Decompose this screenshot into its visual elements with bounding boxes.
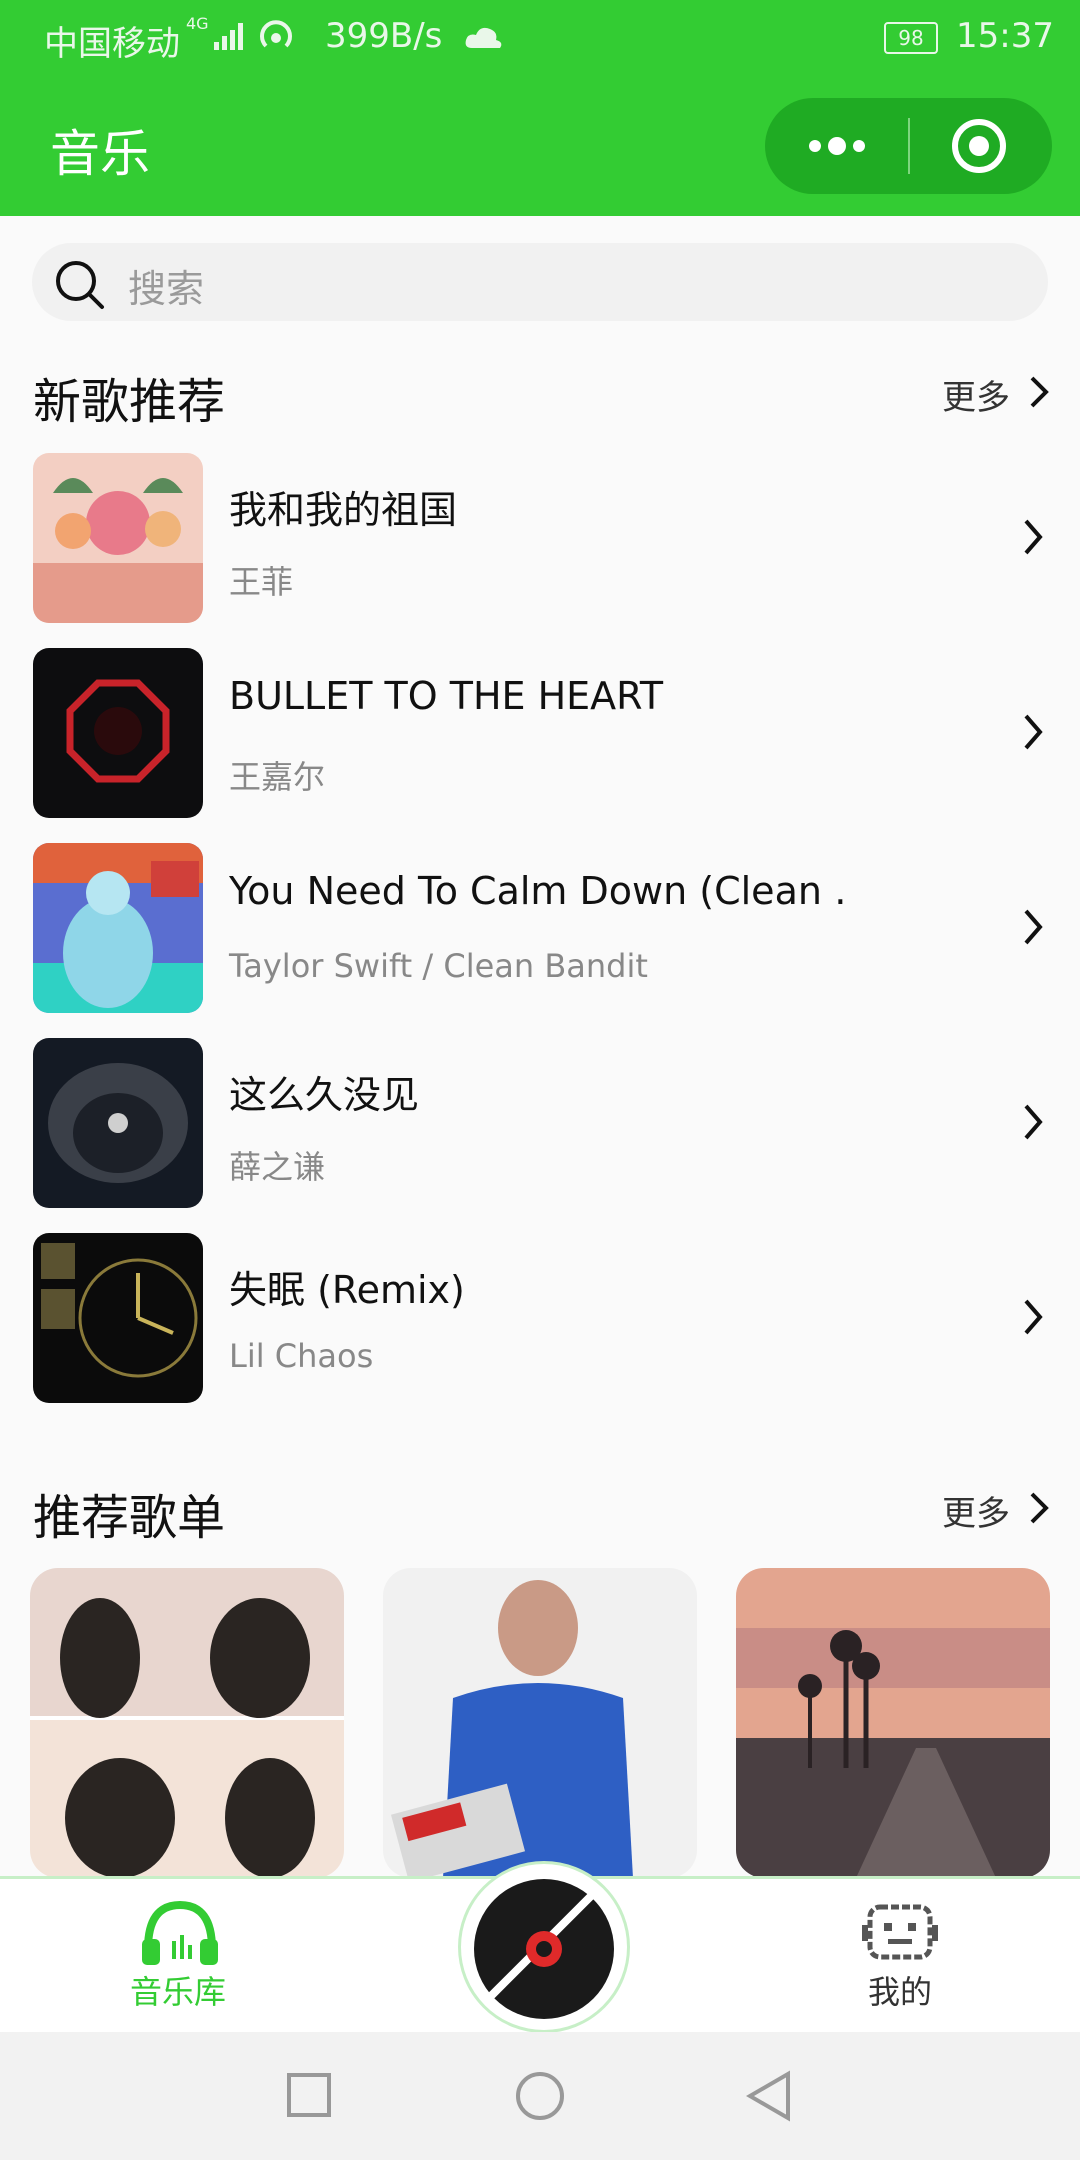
- mini-program-capsule: [765, 98, 1052, 194]
- song-item[interactable]: You Need To Calm Down (Clean … Taylor Sw…: [0, 843, 1080, 1015]
- section-title-playlists: 推荐歌单: [33, 1490, 226, 1546]
- vinyl-disc-icon: [474, 1879, 614, 2019]
- bottom-tab-bar: 音乐库 我的: [0, 1861, 1080, 2035]
- network-speed: 399B/s: [325, 16, 443, 56]
- song-title: 失眠 (Remix): [229, 1268, 465, 1312]
- song-artist: Lil Chaos: [229, 1337, 374, 1375]
- new-songs-more-link[interactable]: 更多: [942, 370, 1010, 419]
- search-input[interactable]: 搜索: [32, 243, 1048, 321]
- page-title: 音乐: [50, 125, 150, 183]
- app-header: 音乐: [0, 74, 1080, 216]
- playlist-card[interactable]: [383, 1568, 697, 1878]
- chevron-right-icon: [1024, 519, 1043, 555]
- robot-face-icon: [862, 1904, 938, 1960]
- chevron-right-icon[interactable]: [1026, 1490, 1050, 1526]
- song-title: 我和我的祖国: [229, 488, 458, 532]
- song-item[interactable]: 失眠 (Remix) Lil Chaos: [0, 1233, 1080, 1405]
- song-artist: 王菲: [229, 563, 294, 601]
- chevron-right-icon: [1024, 1299, 1043, 1335]
- album-cover: [33, 1233, 203, 1403]
- album-cover: [33, 453, 203, 623]
- section-title-new-songs: 新歌推荐: [33, 374, 226, 430]
- status-bar: 中国移动 4G 399B/s 98 15:37: [0, 0, 1080, 74]
- system-nav-bar: [0, 2032, 1080, 2160]
- headphones-icon: [142, 1900, 218, 1965]
- search-icon: [56, 261, 104, 309]
- capsule-divider: [908, 118, 910, 174]
- album-cover: [33, 648, 203, 818]
- chevron-right-icon[interactable]: [1026, 374, 1050, 410]
- clock: 15:37: [956, 16, 1054, 56]
- cloud-icon: [465, 27, 502, 48]
- playlists-more-link[interactable]: 更多: [942, 1486, 1010, 1535]
- signal-icon: [214, 23, 243, 50]
- play-disc-button[interactable]: [458, 1861, 630, 2033]
- song-item[interactable]: 这么久没见 薛之谦: [0, 1038, 1080, 1210]
- song-artist: 王嘉尔: [229, 758, 326, 796]
- home-circle-icon[interactable]: [514, 2070, 566, 2122]
- search-placeholder: 搜索: [128, 267, 205, 311]
- song-title: You Need To Calm Down (Clean …: [229, 869, 849, 913]
- recent-apps-icon[interactable]: [286, 2072, 332, 2118]
- carrier: 中国移动: [44, 24, 180, 64]
- battery-level: 98: [898, 26, 924, 50]
- more-dots-icon[interactable]: [805, 132, 869, 160]
- target-circle-icon[interactable]: [951, 118, 1007, 174]
- chevron-right-icon: [1024, 1104, 1043, 1140]
- chevron-right-icon: [1024, 714, 1043, 750]
- song-title: 这么久没见: [229, 1073, 420, 1117]
- album-cover: [33, 1038, 203, 1208]
- album-cover: [33, 843, 203, 1013]
- tab-mine[interactable]: 我的: [840, 1899, 960, 2011]
- battery-icon: 98: [884, 22, 938, 54]
- wifi-hotspot-icon: [260, 20, 292, 48]
- chevron-right-icon: [1024, 909, 1043, 945]
- song-title: BULLET TO THE HEART: [229, 674, 664, 718]
- song-artist: Taylor Swift / Clean Bandit: [229, 947, 648, 985]
- playlist-card[interactable]: [736, 1568, 1050, 1878]
- network-type: 4G: [186, 14, 209, 33]
- song-item[interactable]: 我和我的祖国 王菲: [0, 453, 1080, 625]
- tab-label-library: 音乐库: [130, 1973, 227, 2011]
- tab-label-mine: 我的: [868, 1973, 933, 2011]
- tab-music-library[interactable]: 音乐库: [120, 1899, 240, 2011]
- back-triangle-icon[interactable]: [744, 2070, 792, 2122]
- playlist-card[interactable]: [30, 1568, 344, 1878]
- song-artist: 薛之谦: [229, 1148, 326, 1186]
- song-item[interactable]: BULLET TO THE HEART 王嘉尔: [0, 648, 1080, 820]
